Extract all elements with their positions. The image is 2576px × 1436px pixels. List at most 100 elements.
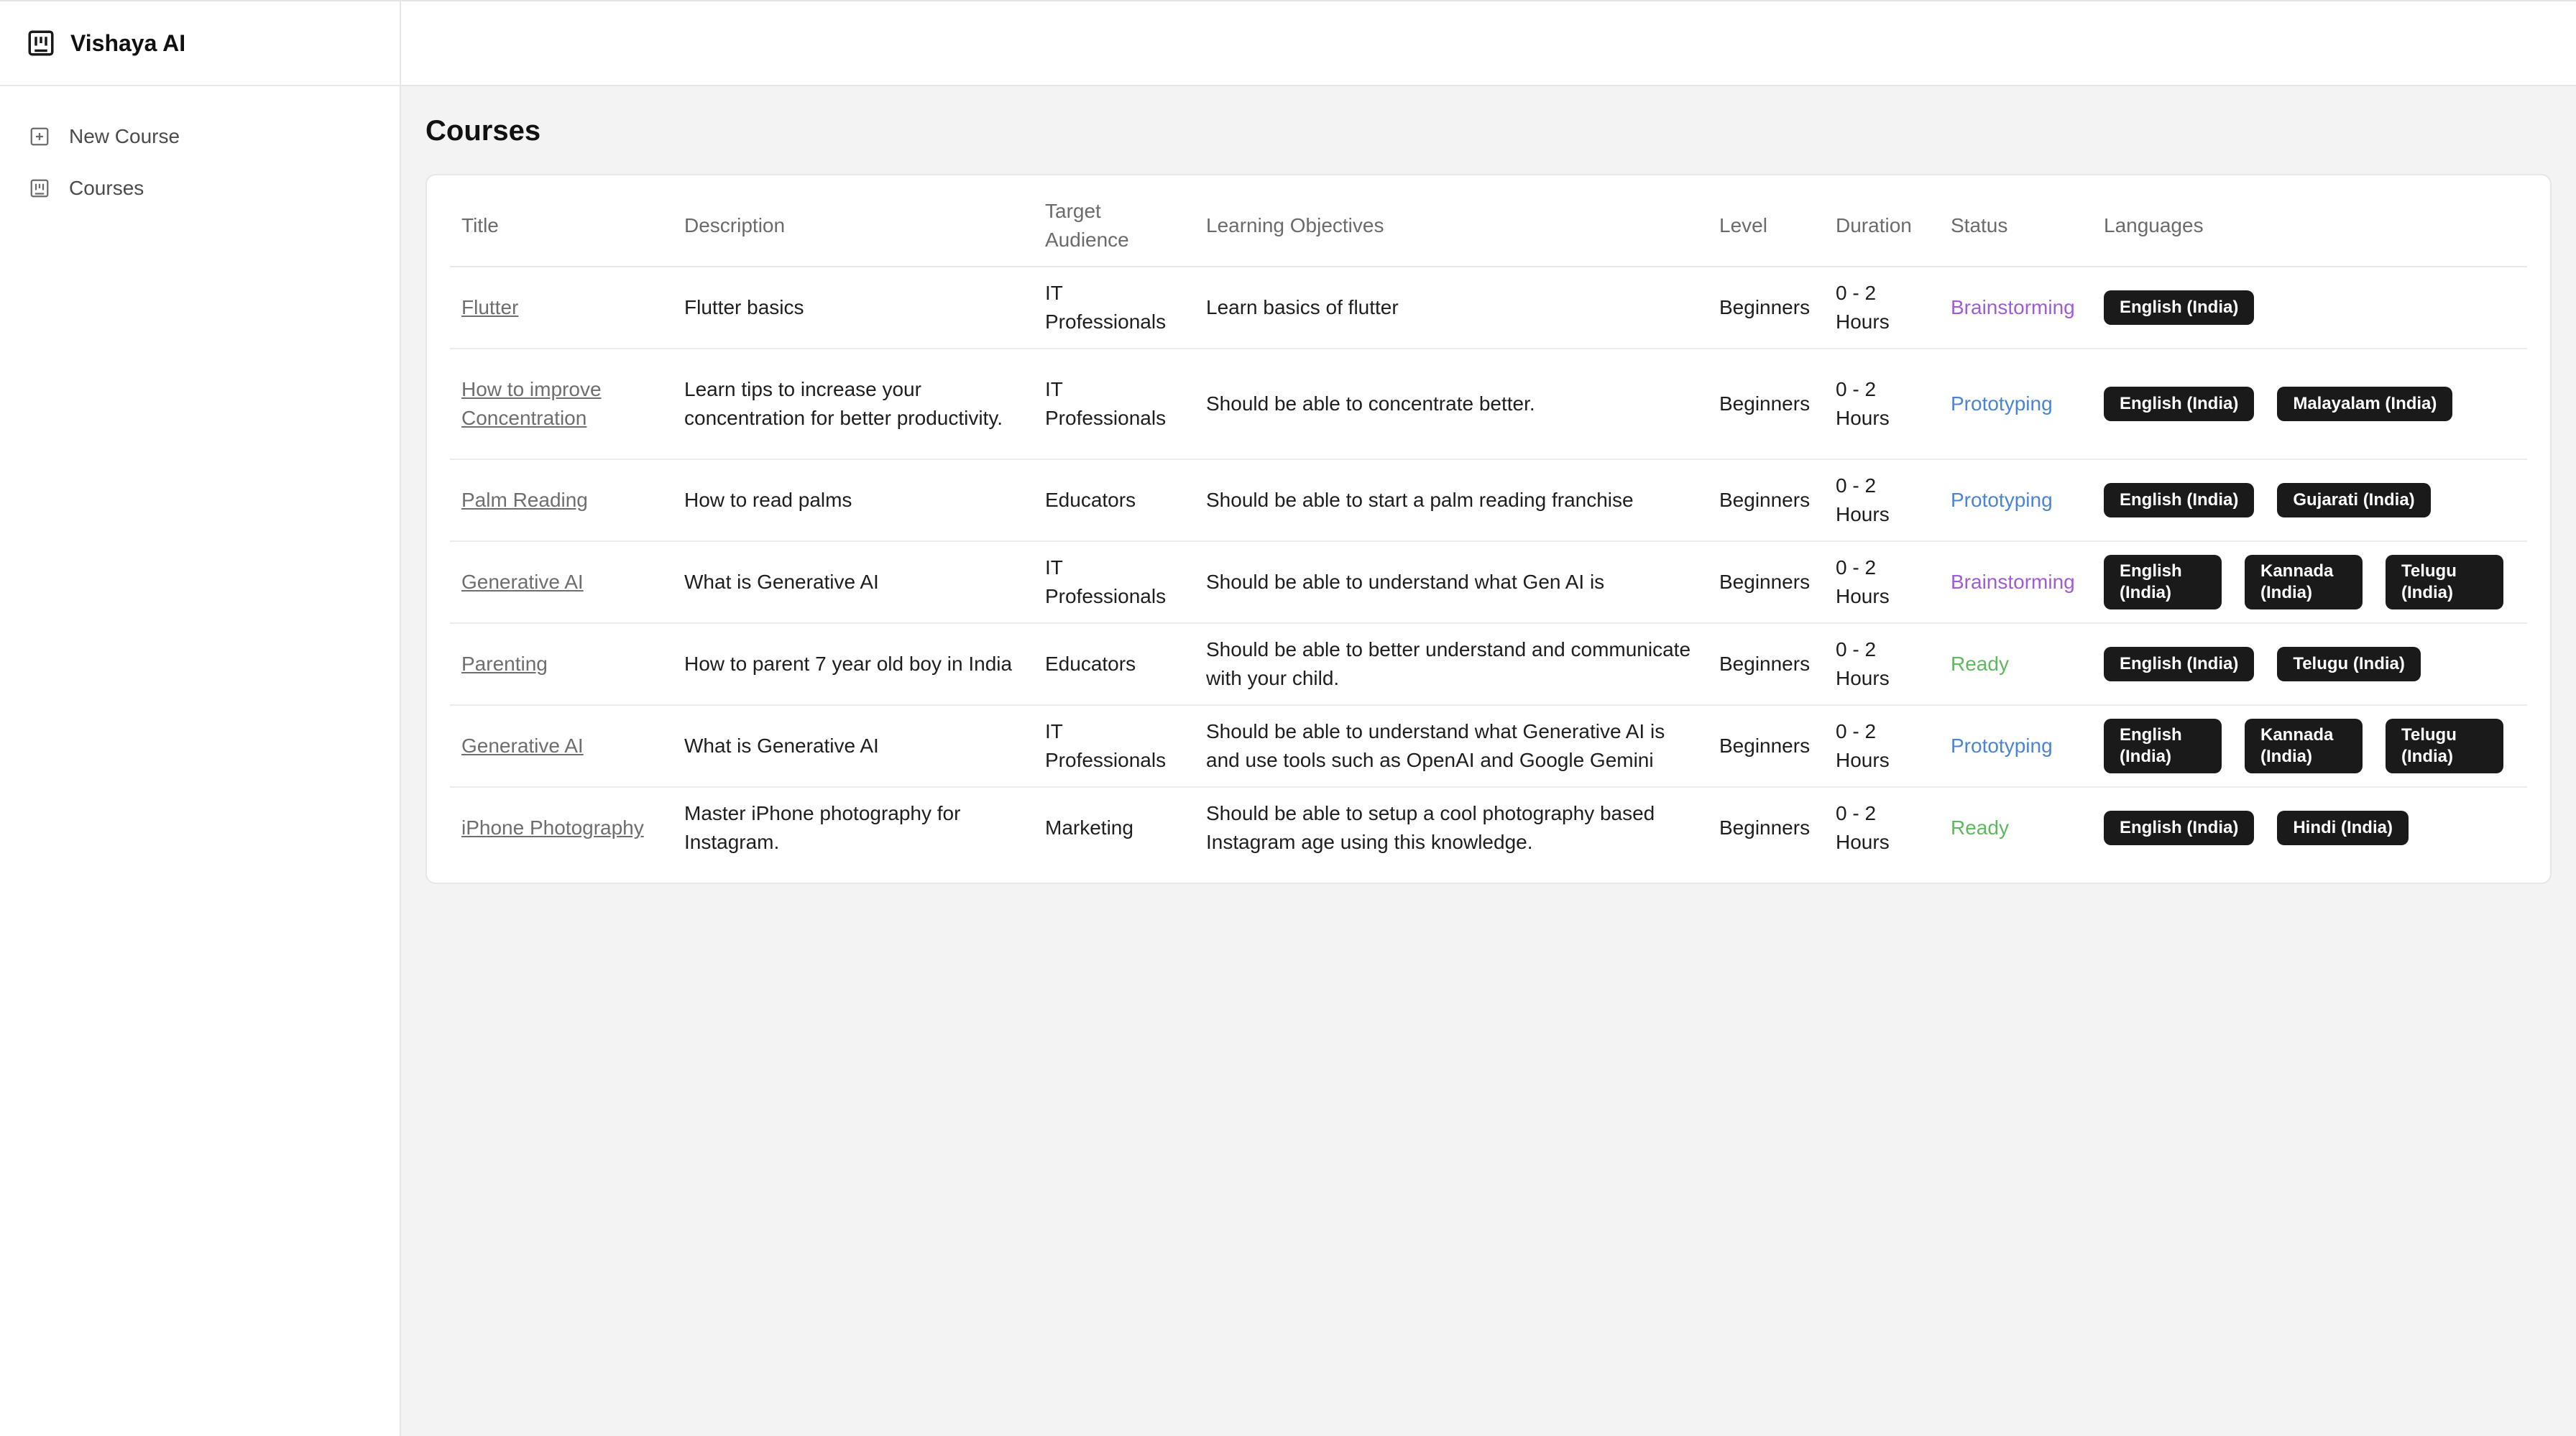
book-list-icon [30, 179, 49, 198]
cell-course-description: How to parent 7 year old boy in India [673, 623, 1034, 706]
courses-table: Title Description Target Audience Learni… [450, 185, 2527, 868]
table-row: iPhone Photography Master iPhone photogra… [450, 787, 2527, 868]
course-title-link[interactable]: iPhone Photography [461, 816, 644, 839]
cell-status-text: Brainstorming [1939, 541, 2092, 624]
course-title-link[interactable]: Generative AI [461, 571, 584, 593]
column-header-audience[interactable]: Target Audience [1034, 185, 1195, 267]
brand[interactable]: Vishaya AI [0, 0, 400, 86]
cell-course-description: What is Generative AI [673, 705, 1034, 788]
course-level: Beginners [1719, 735, 1811, 757]
cell-languages: English (India) Hindi (India) [2092, 787, 2527, 868]
course-description: How to parent 7 year old boy in India [684, 653, 1013, 675]
cell-course-level: Beginners [1708, 349, 1824, 460]
language-badges: English (India) Kannada (India) Telugu (In… [2104, 555, 2516, 609]
course-objectives: Should be able to start a palm reading f… [1206, 489, 1634, 511]
language-badge: English (India) [2104, 647, 2255, 681]
course-audience: IT Professionals [1045, 720, 1167, 771]
table-row: How to improve Concentration Learn tips t… [450, 349, 2527, 460]
course-description: What is Generative AI [684, 735, 879, 757]
column-header-objectives[interactable]: Learning Objectives [1195, 185, 1708, 267]
course-objectives: Should be able to concentrate better. [1206, 392, 1535, 415]
language-badge: Hindi (India) [2277, 811, 2409, 845]
sidebar-item-label: New Course [69, 125, 180, 147]
cell-course-description: Master iPhone photography for Instagram. [673, 787, 1034, 868]
course-objectives: Should be able to understand what Gen AI… [1206, 571, 1605, 593]
cell-course-level: Beginners [1708, 459, 1824, 542]
table-header-row: Title Description Target Audience Learni… [450, 185, 2527, 267]
language-badge: Gujarati (India) [2277, 483, 2431, 517]
cell-course-objectives: Learn basics of flutter [1195, 267, 1708, 349]
course-level: Beginners [1719, 571, 1811, 593]
app-window: Vishaya AI New Course Courses Courses Ti… [0, 0, 2576, 1436]
language-badge: Kannada (India) [2245, 719, 2363, 773]
table-row: Flutter Flutter basics IT Professionals Lea… [450, 267, 2527, 349]
course-title-link[interactable]: Generative AI [461, 735, 584, 757]
column-header-duration[interactable]: Duration [1824, 185, 1939, 267]
language-badge: Kannada (India) [2245, 555, 2363, 609]
status-text: Ready [1951, 653, 2009, 675]
language-badge: English (India) [2104, 290, 2255, 325]
course-objectives: Learn basics of flutter [1206, 296, 1399, 318]
course-audience: IT Professionals [1045, 378, 1167, 429]
course-title-link[interactable]: Palm Reading [461, 489, 588, 511]
course-duration: 0 - 2 Hours [1836, 638, 1890, 689]
cell-status-text: Ready [1939, 787, 2092, 868]
cell-course-audience: Marketing [1034, 787, 1195, 868]
column-header-status[interactable]: Status [1939, 185, 2092, 267]
course-duration: 0 - 2 Hours [1836, 720, 1890, 771]
status-text: Brainstorming [1951, 296, 2075, 318]
course-description: Master iPhone photography for Instagram. [684, 802, 961, 853]
status-text: Prototyping [1951, 735, 2053, 757]
cell-course-title-link: Generative AI [450, 705, 673, 788]
course-level: Beginners [1719, 816, 1811, 839]
course-level: Beginners [1719, 653, 1811, 675]
column-header-description[interactable]: Description [673, 185, 1034, 267]
table-row: Parenting How to parent 7 year old boy in… [450, 623, 2527, 706]
cell-course-objectives: Should be able to concentrate better. [1195, 349, 1708, 460]
cell-course-duration: 0 - 2 Hours [1824, 541, 1939, 624]
course-duration: 0 - 2 Hours [1836, 474, 1890, 525]
sidebar-item-courses[interactable]: Courses [0, 162, 400, 214]
column-header-title[interactable]: Title [450, 185, 673, 267]
status-text: Prototyping [1951, 489, 2053, 511]
course-duration: 0 - 2 Hours [1836, 282, 1890, 333]
cell-course-audience: IT Professionals [1034, 267, 1195, 349]
course-description: What is Generative AI [684, 571, 879, 593]
cell-course-description: Flutter basics [673, 267, 1034, 349]
language-badges: English (India) Kannada (India) Telugu (In… [2104, 719, 2516, 773]
course-objectives: Should be able to better understand and … [1206, 638, 1691, 689]
course-title-link[interactable]: Parenting [461, 653, 548, 675]
cell-course-title-link: Palm Reading [450, 459, 673, 542]
cell-course-duration: 0 - 2 Hours [1824, 459, 1939, 542]
language-badge: English (India) [2104, 387, 2255, 421]
language-badge: English (India) [2104, 483, 2255, 517]
language-badges: English (India) Malayalam (India) [2104, 387, 2516, 421]
status-text: Ready [1951, 816, 2009, 839]
cell-course-level: Beginners [1708, 541, 1824, 624]
cell-course-audience: IT Professionals [1034, 705, 1195, 788]
sidebar-item-new-course[interactable]: New Course [0, 111, 400, 162]
cell-course-duration: 0 - 2 Hours [1824, 267, 1939, 349]
logo-icon [28, 30, 54, 56]
sidebar: Vishaya AI New Course Courses [0, 0, 401, 1436]
column-header-level[interactable]: Level [1708, 185, 1824, 267]
status-text: Prototyping [1951, 392, 2053, 415]
cell-languages: English (India) Telugu (India) [2092, 623, 2527, 706]
cell-course-duration: 0 - 2 Hours [1824, 787, 1939, 868]
cell-languages: English (India) Kannada (India) Telugu (In… [2092, 541, 2527, 624]
course-objectives: Should be able to understand what Genera… [1206, 720, 1665, 771]
course-title-link[interactable]: Flutter [461, 296, 518, 318]
cell-course-level: Beginners [1708, 267, 1824, 349]
language-badges: English (India) Hindi (India) [2104, 811, 2516, 845]
cell-course-duration: 0 - 2 Hours [1824, 349, 1939, 460]
course-audience: Educators [1045, 489, 1136, 511]
cell-course-title-link: Parenting [450, 623, 673, 706]
language-badges: English (India) [2104, 290, 2516, 325]
cell-course-objectives: Should be able to understand what Gen AI… [1195, 541, 1708, 624]
cell-course-objectives: Should be able to setup a cool photograp… [1195, 787, 1708, 868]
cell-course-title-link: How to improve Concentration [450, 349, 673, 460]
course-title-link[interactable]: How to improve Concentration [461, 378, 602, 429]
status-text: Brainstorming [1951, 571, 2075, 593]
page-title: Courses [426, 115, 541, 147]
column-header-languages[interactable]: Languages [2092, 185, 2527, 267]
